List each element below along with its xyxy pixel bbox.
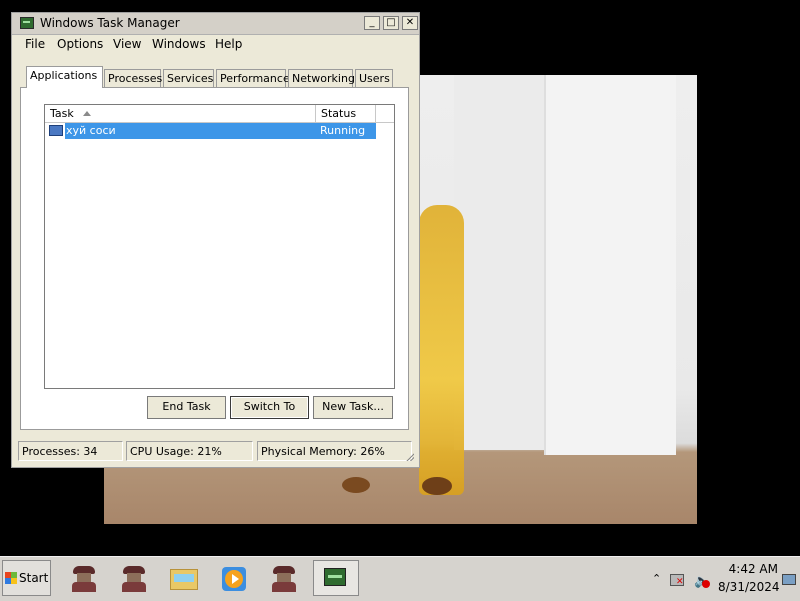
- photo-wall: [454, 75, 544, 450]
- sort-ascending-icon: [83, 111, 91, 116]
- maximize-button[interactable]: □: [383, 16, 399, 30]
- window-icon: [49, 125, 63, 136]
- status-physical-memory: Physical Memory: 26%: [257, 441, 412, 461]
- switch-to-button[interactable]: Switch To: [230, 396, 309, 419]
- menu-file[interactable]: File: [25, 37, 45, 51]
- minimize-button[interactable]: _: [364, 16, 380, 30]
- taskbar-app-media-player[interactable]: [213, 560, 253, 596]
- tab-performance[interactable]: Performance: [216, 69, 290, 87]
- status-cpu-usage: CPU Usage: 21%: [126, 441, 253, 461]
- windows-logo-icon: [5, 572, 17, 584]
- task-status: Running: [320, 124, 366, 137]
- new-task-button[interactable]: New Task...: [313, 396, 393, 419]
- system-tray: ⌃ 🔈 4:42 AM 8/31/2024: [648, 560, 798, 596]
- resize-grip-icon[interactable]: [404, 451, 414, 461]
- network-disconnected-icon[interactable]: [670, 574, 684, 587]
- tab-strip: Applications Processes Services Performa…: [20, 66, 400, 88]
- volume-muted-icon[interactable]: 🔈: [694, 574, 711, 589]
- taskbar-app-spy-3[interactable]: [263, 560, 303, 596]
- clock-date[interactable]: 8/31/2024: [718, 580, 780, 594]
- explorer-icon: [170, 569, 198, 590]
- menu-windows[interactable]: Windows: [152, 37, 206, 51]
- taskbar: Start ⌃ 🔈 4:42 AM 8/31/2024: [0, 556, 800, 601]
- taskbar-app-spy-1[interactable]: [63, 560, 103, 596]
- close-button[interactable]: ✕: [402, 16, 418, 30]
- tab-networking[interactable]: Networking: [288, 69, 355, 87]
- list-header: Task Status: [45, 105, 394, 123]
- table-row[interactable]: хуй соси Running: [48, 123, 376, 139]
- column-header-status[interactable]: Status: [316, 105, 376, 122]
- window-title: Windows Task Manager: [40, 16, 180, 30]
- show-desktop-icon[interactable]: [782, 574, 796, 585]
- status-bar: Processes: 34 CPU Usage: 21% Physical Me…: [16, 441, 416, 463]
- clock-time[interactable]: 4:42 AM: [718, 562, 778, 576]
- menu-options[interactable]: Options: [57, 37, 103, 51]
- taskbar-app-explorer[interactable]: [163, 560, 203, 596]
- title-bar[interactable]: Windows Task Manager _ □ ✕: [12, 13, 419, 35]
- column-header-task[interactable]: Task: [45, 105, 316, 122]
- status-processes: Processes: 34: [18, 441, 123, 461]
- spy-icon: [121, 564, 147, 592]
- end-task-button[interactable]: End Task: [147, 396, 226, 419]
- task-manager-icon: [324, 568, 346, 586]
- taskbar-app-task-manager[interactable]: [313, 560, 359, 596]
- show-hidden-icons-icon[interactable]: ⌃: [652, 572, 661, 585]
- tab-services[interactable]: Services: [163, 69, 214, 87]
- spy-icon: [271, 564, 297, 592]
- task-manager-icon: [20, 17, 34, 29]
- tab-users[interactable]: Users: [355, 69, 393, 87]
- tab-processes[interactable]: Processes: [104, 69, 162, 87]
- spy-icon: [71, 564, 97, 592]
- menu-help[interactable]: Help: [215, 37, 242, 51]
- tab-applications[interactable]: Applications: [26, 66, 103, 88]
- taskbar-app-spy-2[interactable]: [113, 560, 153, 596]
- task-name: хуй соси: [66, 124, 116, 137]
- media-player-icon: [222, 567, 246, 591]
- task-manager-window[interactable]: Windows Task Manager _ □ ✕ File Options …: [11, 12, 420, 468]
- menu-view[interactable]: View: [113, 37, 141, 51]
- start-button[interactable]: Start: [2, 560, 51, 596]
- start-label: Start: [19, 571, 49, 585]
- photo-door: [544, 75, 676, 455]
- photo-shoe: [342, 477, 370, 493]
- photo-figure: [419, 205, 464, 495]
- applications-panel: Task Status хуй соси Running: [20, 87, 409, 430]
- menu-bar: File Options View Windows Help: [12, 35, 419, 54]
- task-list[interactable]: Task Status хуй соси Running: [44, 104, 395, 389]
- photo-shoe: [422, 477, 452, 495]
